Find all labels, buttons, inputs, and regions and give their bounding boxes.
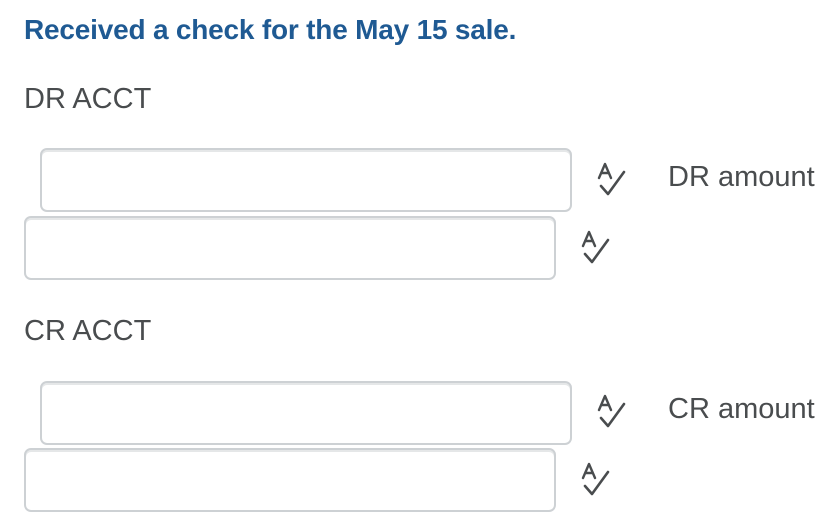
cr-amount-label: CR amount (668, 393, 815, 425)
dr-acct-label: DR ACCT (24, 83, 152, 115)
question-text: Received a check for the May 15 sale. (24, 14, 517, 45)
spellcheck-icon[interactable] (580, 462, 614, 498)
spellcheck-icon[interactable] (596, 394, 630, 430)
spellcheck-icon[interactable] (596, 162, 630, 198)
cr-acct-label: CR ACCT (24, 315, 152, 347)
cr-amount-input[interactable] (24, 448, 556, 512)
dr-amount-label: DR amount (668, 161, 815, 193)
cr-account-input[interactable] (40, 381, 572, 445)
spellcheck-icon[interactable] (580, 230, 614, 266)
dr-account-input[interactable] (40, 148, 572, 212)
dr-amount-input[interactable] (24, 216, 556, 280)
